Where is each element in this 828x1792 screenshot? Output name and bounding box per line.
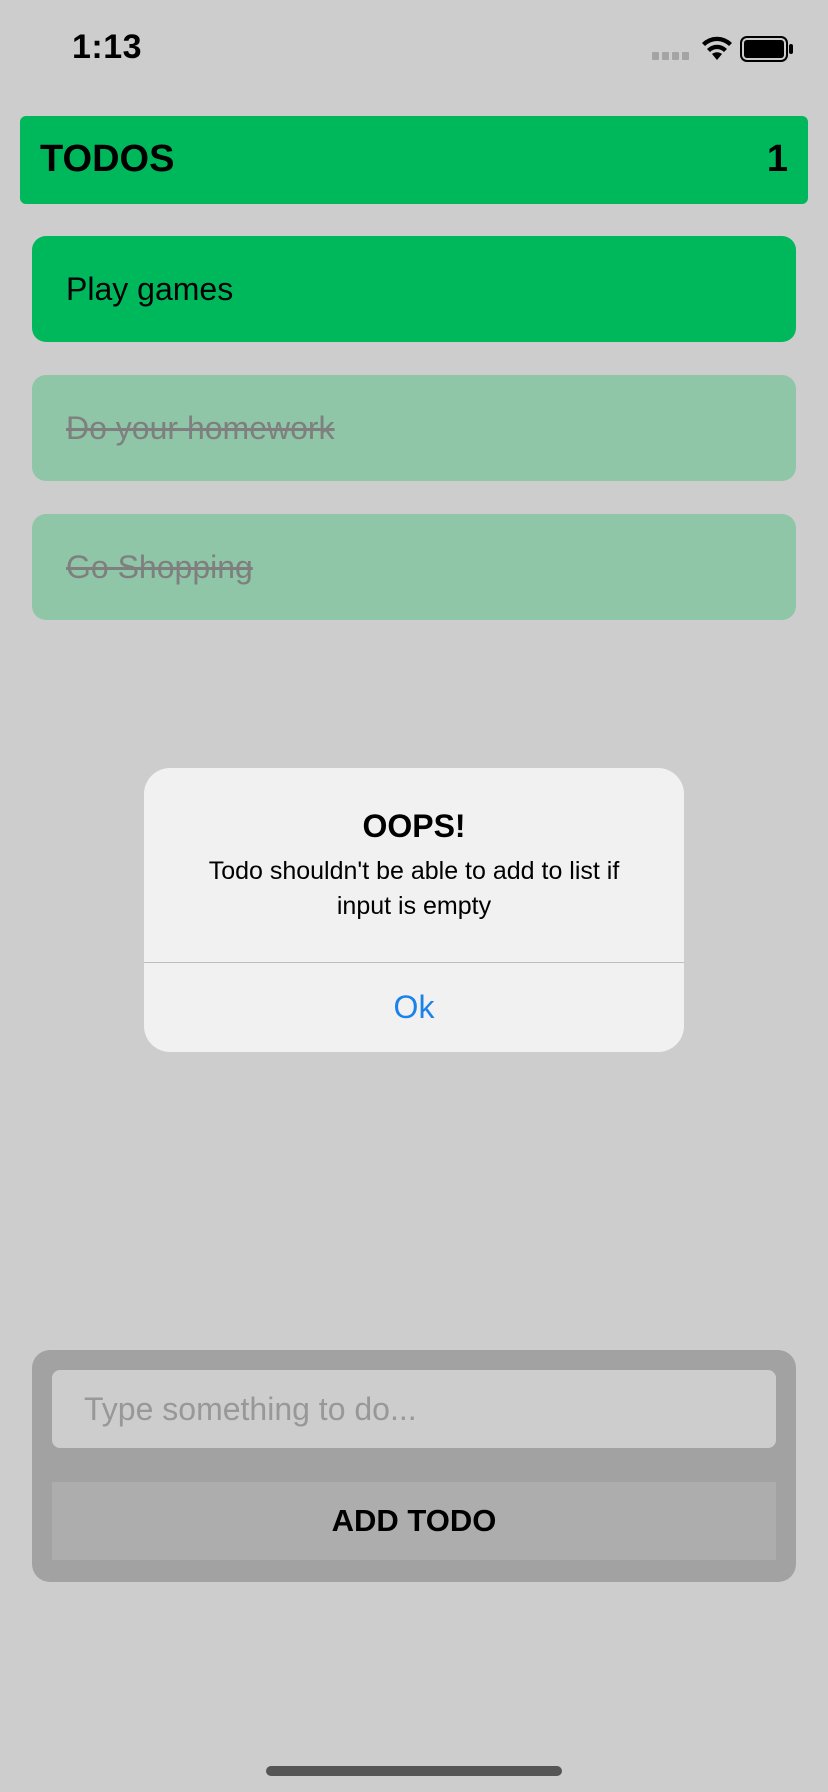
todo-item-shopping[interactable]: Go Shopping: [32, 514, 796, 620]
alert-dialog: OOPS! Todo shouldn't be able to add to l…: [144, 768, 684, 1052]
home-indicator[interactable]: [266, 1766, 562, 1776]
status-time: 1:13: [72, 28, 143, 66]
wifi-icon: [702, 36, 732, 60]
ok-button[interactable]: Ok: [144, 963, 684, 1052]
add-todo-panel: Type something to do... ADD TODO: [32, 1350, 796, 1582]
todos-header: TODOS 1: [20, 116, 808, 204]
cellular-signal-icon: [652, 52, 692, 62]
battery-icon: [740, 36, 793, 62]
header-title: TODOS: [40, 138, 175, 180]
add-todo-button[interactable]: ADD TODO: [52, 1482, 776, 1560]
todo-count: 1: [766, 138, 788, 180]
status-bar: 1:13: [0, 0, 828, 100]
todo-item-homework[interactable]: Do your homework: [32, 375, 796, 481]
alert-title: OOPS!: [362, 808, 466, 844]
alert-message: Todo shouldn't be able to add to list if…: [208, 857, 620, 920]
todo-input[interactable]: Type something to do...: [52, 1370, 776, 1448]
todo-item-play-games[interactable]: Play games: [32, 236, 796, 342]
